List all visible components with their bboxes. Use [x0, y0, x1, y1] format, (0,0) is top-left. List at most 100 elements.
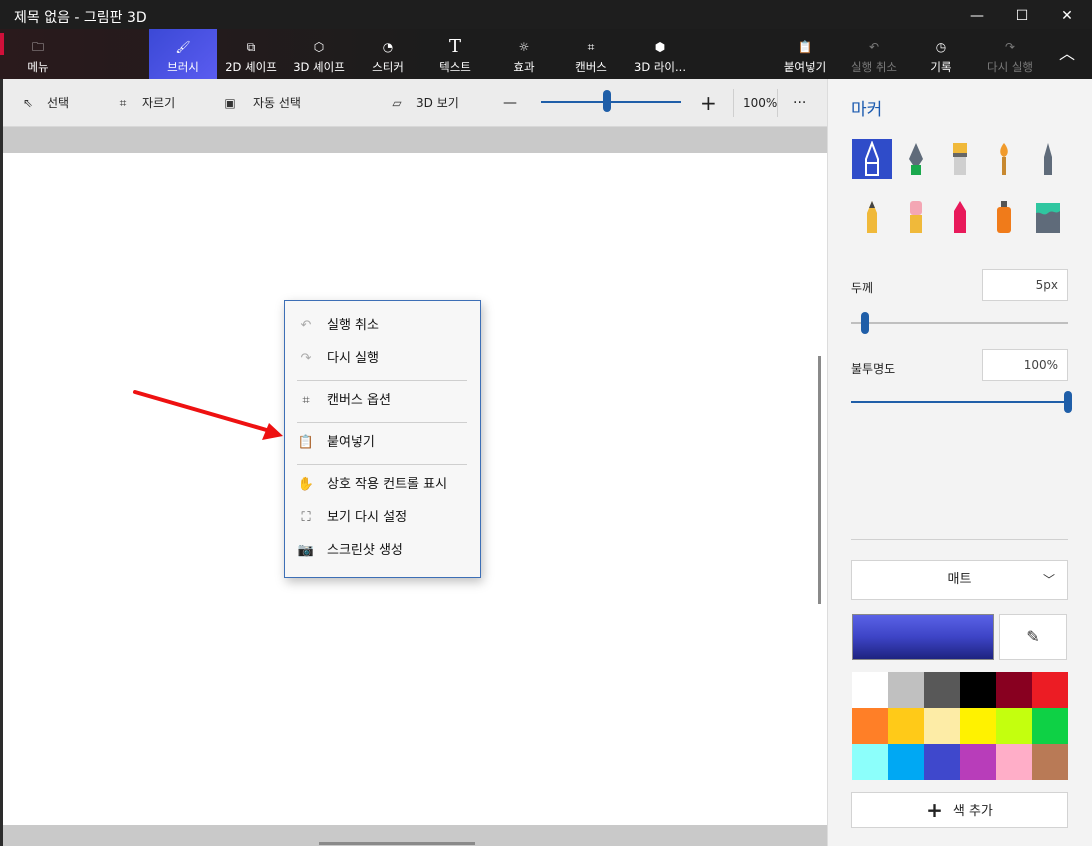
menu-item-show-interaction-controls[interactable]: ✋ 상호 작용 컨트롤 표시: [285, 470, 480, 500]
select-tool[interactable]: ⇖ 선택: [19, 79, 69, 127]
opacity-slider-thumb[interactable]: [1064, 391, 1072, 413]
zoom-slider-thumb[interactable]: [602, 90, 611, 112]
tab-canvas[interactable]: ⌗ 캔버스: [563, 29, 619, 79]
add-color-button[interactable]: + 색 추가: [851, 792, 1068, 828]
color-swatch[interactable]: [888, 744, 924, 780]
tab-3d-library[interactable]: ⬢ 3D 라이...: [628, 29, 692, 79]
redo-button[interactable]: ↷ 다시 실행: [979, 29, 1041, 79]
current-color-swatch[interactable]: [852, 614, 994, 660]
color-swatch[interactable]: [852, 744, 888, 780]
tab-3d-shapes[interactable]: ⬡ 3D 셰이프: [287, 29, 351, 79]
color-swatch[interactable]: [996, 708, 1032, 744]
color-swatch[interactable]: [888, 672, 924, 708]
ribbon: 🗀 메뉴 🖌 브러시 ⧉ 2D 셰이프 ⬡ 3D 셰이프 ◔ 스티커 T 텍스트…: [0, 29, 1092, 79]
color-swatch[interactable]: [996, 744, 1032, 780]
3d-shapes-icon: ⬡: [313, 40, 325, 54]
horizontal-scrollbar[interactable]: [319, 842, 475, 845]
select-cursor-icon: ⇖: [22, 96, 34, 110]
color-swatch[interactable]: [852, 708, 888, 744]
spray-can-brush[interactable]: [984, 197, 1024, 237]
menu-item-reset-view[interactable]: ⛶ 보기 다시 설정: [285, 503, 480, 533]
panel-divider: [851, 539, 1068, 540]
menu-item-redo[interactable]: ↷ 다시 실행: [285, 344, 480, 374]
text-icon: T: [448, 36, 461, 57]
menu-item-undo[interactable]: ↶ 실행 취소: [285, 311, 480, 341]
thickness-slider-thumb[interactable]: [861, 312, 870, 334]
paste-button[interactable]: 📋 붙여넣기: [778, 29, 832, 79]
eraser-brush[interactable]: [896, 197, 936, 237]
toolbar: ⇖ 선택 ⌗ 자르기 ▣ 자동 선택 ▱ 3D 보기 — + 100% ···: [3, 79, 827, 127]
opacity-label: 불투명도: [851, 362, 896, 376]
pencil-brush[interactable]: [852, 197, 892, 237]
finish-dropdown[interactable]: 매트 ﹀: [851, 560, 1068, 600]
color-swatch[interactable]: [1032, 708, 1068, 744]
color-swatch[interactable]: [924, 672, 960, 708]
menu-item-paste[interactable]: 📋 붙여넣기: [285, 428, 480, 458]
crayon-brush[interactable]: [940, 197, 980, 237]
opacity-input[interactable]: 100%: [982, 349, 1068, 381]
plus-icon: +: [926, 798, 943, 822]
camera-icon: 📷: [297, 543, 315, 558]
menu-separator: [297, 422, 467, 423]
red-arrow-annotation: [133, 390, 283, 440]
more-options-button[interactable]: ···: [793, 79, 806, 127]
redo-icon: ↷: [300, 351, 312, 366]
color-swatch[interactable]: [960, 672, 996, 708]
folder-icon: 🗀: [31, 40, 44, 54]
calligraphy-pen-icon: [909, 143, 923, 175]
magic-select-tool[interactable]: ▣ 자동 선택: [221, 79, 301, 127]
menu-item-canvas-options[interactable]: ⌗ 캔버스 옵션: [285, 386, 480, 416]
sticker-icon: ◔: [382, 40, 394, 54]
watercolor-brush[interactable]: [984, 139, 1024, 179]
vertical-scrollbar[interactable]: [818, 356, 821, 604]
tab-effects[interactable]: ☼ 효과: [496, 29, 552, 79]
fill-bucket-icon: [1036, 203, 1060, 233]
3d-view-toggle[interactable]: ▱ 3D 보기: [388, 79, 458, 127]
color-swatch[interactable]: [960, 744, 996, 780]
tab-brushes[interactable]: 🖌 브러시: [149, 29, 217, 79]
menu-button[interactable]: 🗀 메뉴: [14, 29, 62, 79]
zoom-slider[interactable]: [541, 101, 681, 103]
brush-panel: 마커 두께 5px 불투명도 100% 매트 ﹀ ✎ + 색 추가: [827, 79, 1092, 846]
eyedropper-button[interactable]: ✎: [999, 614, 1067, 660]
zoom-out-button[interactable]: —: [503, 79, 523, 127]
paste-icon: 📋: [797, 40, 813, 54]
toolbar-divider: [733, 89, 734, 117]
context-menu: ↶ 실행 취소 ↷ 다시 실행 ⌗ 캔버스 옵션 📋 붙여넣기 ✋ 상호 작용 …: [284, 300, 481, 578]
marker-brush[interactable]: [852, 139, 892, 179]
calligraphy-pen-brush[interactable]: [896, 139, 936, 179]
2d-shapes-icon: ⧉: [246, 40, 256, 54]
tab-text[interactable]: T 텍스트: [427, 29, 483, 79]
marker-icon: [865, 141, 879, 176]
crayon-icon: [954, 201, 966, 233]
tab-stickers[interactable]: ◔ 스티커: [360, 29, 416, 79]
color-swatch[interactable]: [1032, 744, 1068, 780]
menu-item-screenshot[interactable]: 📷 스크린샷 생성: [285, 536, 480, 566]
thickness-input[interactable]: 5px: [982, 269, 1068, 301]
effects-icon: ☼: [518, 40, 530, 54]
color-swatch[interactable]: [888, 708, 924, 744]
redo-icon: ↷: [1004, 40, 1016, 54]
color-swatch[interactable]: [924, 708, 960, 744]
color-swatch[interactable]: [924, 744, 960, 780]
eraser-icon: [910, 201, 922, 233]
thickness-slider[interactable]: [851, 322, 1068, 324]
zoom-value[interactable]: 100%: [743, 79, 777, 127]
history-button[interactable]: ◷ 기록: [915, 29, 967, 79]
opacity-slider[interactable]: [851, 401, 1068, 403]
accent-marker: [0, 33, 4, 55]
collapse-ribbon-button[interactable]: ︿: [1050, 29, 1084, 79]
pixel-pen-brush[interactable]: [1028, 139, 1068, 179]
fill-bucket-brush[interactable]: [1028, 197, 1068, 237]
color-swatch[interactable]: [960, 708, 996, 744]
color-swatch[interactable]: [1032, 672, 1068, 708]
color-swatch[interactable]: [996, 672, 1032, 708]
oil-brush[interactable]: [940, 139, 980, 179]
color-swatch[interactable]: [852, 672, 888, 708]
crop-tool[interactable]: ⌗ 자르기: [114, 79, 176, 127]
undo-button[interactable]: ↶ 실행 취소: [843, 29, 905, 79]
zoom-in-button[interactable]: +: [700, 79, 720, 127]
3d-library-icon: ⬢: [654, 40, 666, 54]
tab-2d-shapes[interactable]: ⧉ 2D 셰이프: [219, 29, 283, 79]
undo-icon: ↶: [300, 318, 312, 333]
